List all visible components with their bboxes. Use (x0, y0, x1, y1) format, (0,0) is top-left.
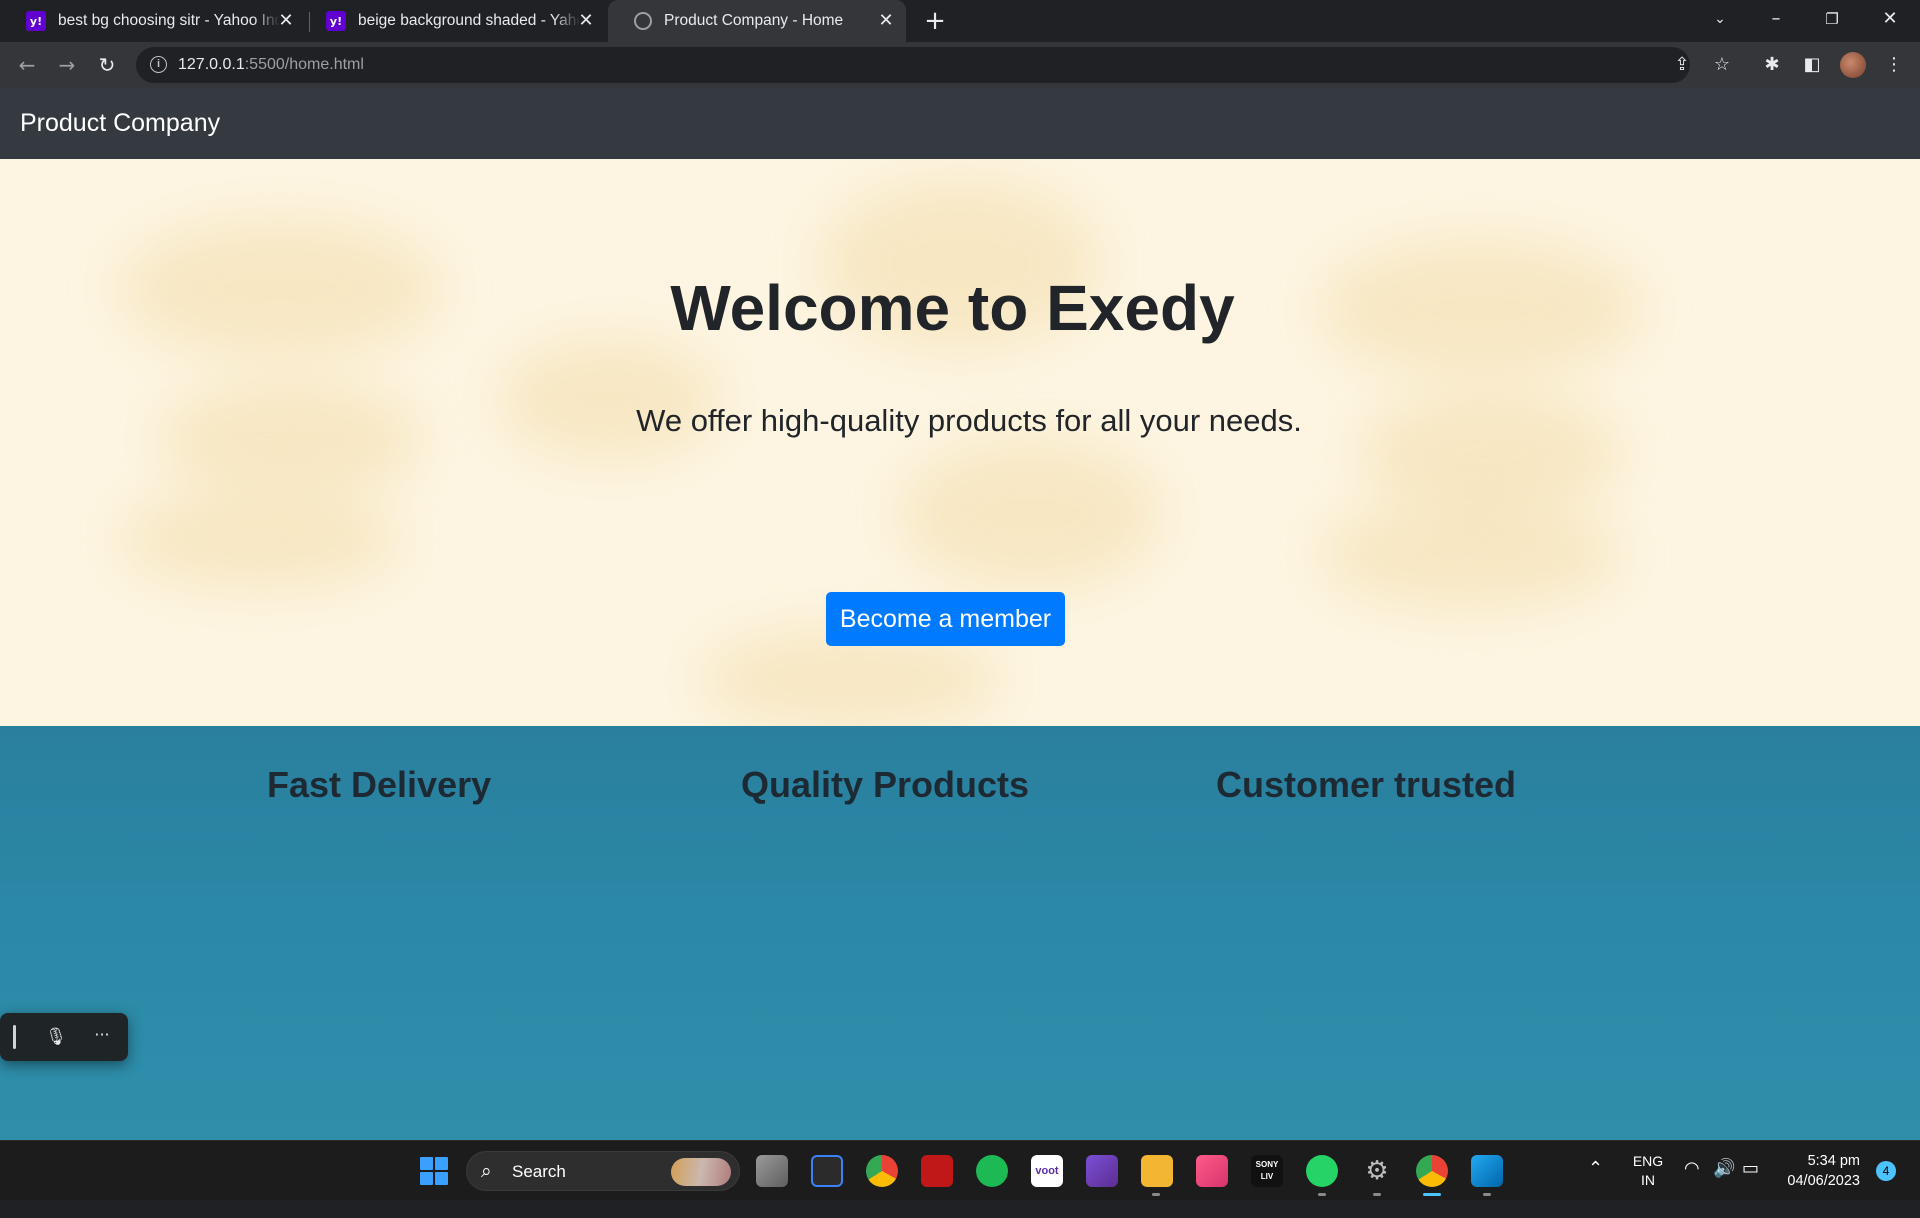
clipchamp-icon[interactable] (1196, 1155, 1228, 1187)
new-tab-icon[interactable]: + (920, 6, 950, 36)
windows-start-icon[interactable] (420, 1157, 448, 1185)
clock-date: 04/06/2023 (1787, 1173, 1860, 1189)
tab-strip: y! best bg choosing sitr - Yahoo India S… (0, 0, 1920, 42)
tab-title: best bg choosing sitr - Yahoo India Sear… (58, 12, 280, 29)
background-texture (120, 489, 400, 589)
url-host: 127.0.0.1 (178, 56, 245, 73)
show-hidden-icons[interactable]: ⌃ (1588, 1158, 1603, 1218)
vscode-icon[interactable] (1471, 1155, 1503, 1187)
yahoo-icon: y! (326, 11, 346, 31)
back-icon[interactable]: ← (12, 50, 42, 80)
wifi-icon[interactable]: ◠ (1684, 1158, 1700, 1218)
tab-product-company[interactable]: Product Company - Home ✕ (608, 0, 906, 42)
feature-customer-trusted: Customer trusted (1216, 764, 1517, 805)
chrome-icon[interactable] (866, 1155, 898, 1187)
running-indicator (1483, 1193, 1491, 1196)
running-indicator (1373, 1193, 1381, 1196)
browser-toolbar: ← → ↻ i 127.0.0.1:5500/home.html ⇪ ☆ ✱ ◧… (0, 42, 1920, 88)
drag-handle[interactable] (13, 1025, 16, 1049)
search-label: Search (512, 1162, 566, 1181)
language-indicator[interactable]: ENG IN (1630, 1152, 1666, 1212)
search-icon: ⌕ (481, 1160, 492, 1182)
taskbar-search[interactable]: ⌕ Search (466, 1151, 740, 1191)
profile-avatar[interactable] (1840, 52, 1866, 78)
sonyliv-icon[interactable]: SONY LIV (1251, 1155, 1283, 1187)
microphone-icon[interactable]: 🎙 (44, 1025, 68, 1049)
background-texture (500, 339, 720, 459)
file-explorer-icon[interactable] (1141, 1155, 1173, 1187)
running-indicator (1152, 1193, 1160, 1196)
site-navbar: Product Company (0, 88, 1920, 159)
feature-fast-delivery: Fast Delivery (267, 764, 492, 805)
features-section: Fast Delivery Quality Products Customer … (0, 726, 1920, 1140)
hero-section: Welcome to Exedy We offer high-quality p… (0, 159, 1920, 726)
web-page: Product Company Welcome to Exedy We offe… (0, 88, 1920, 1140)
background-texture (160, 379, 420, 499)
close-tab-icon[interactable]: ✕ (576, 11, 596, 31)
battery-icon[interactable]: ▭ (1742, 1158, 1759, 1218)
menu-icon[interactable]: ⋮ (1882, 53, 1906, 77)
running-indicator (1318, 1193, 1326, 1196)
forward-icon[interactable]: → (52, 50, 82, 80)
notification-badge[interactable]: 4 (1876, 1161, 1896, 1181)
reload-icon[interactable]: ↻ (92, 50, 122, 80)
whatsapp-icon[interactable] (1306, 1155, 1338, 1187)
url-text[interactable]: 127.0.0.1:5500/home.html (178, 56, 364, 74)
close-tab-icon[interactable]: ✕ (876, 11, 896, 31)
url-path: :5500/home.html (244, 56, 364, 73)
address-bar[interactable]: i 127.0.0.1:5500/home.html (136, 47, 1690, 83)
feature-quality-products: Quality Products (741, 764, 1030, 805)
clock-time: 5:34 pm (1807, 1153, 1860, 1169)
mcafee-icon[interactable] (921, 1155, 953, 1187)
tab-yahoo-2[interactable]: y! beige background shaded - Yahoo India… (300, 0, 606, 42)
tab-title: Product Company - Home (664, 12, 844, 29)
extensions-icon[interactable]: ✱ (1760, 53, 1784, 77)
yahoo-icon: y! (26, 11, 46, 31)
become-member-button[interactable]: Become a member (826, 592, 1065, 646)
tab-yahoo-1[interactable]: y! best bg choosing sitr - Yahoo India S… (0, 0, 306, 42)
search-highlight-image (671, 1158, 731, 1186)
tab-search-icon[interactable]: ⌄ (1692, 0, 1748, 42)
minimize-icon[interactable]: – (1748, 0, 1804, 42)
background-texture (1320, 499, 1620, 609)
chrome-profile-icon[interactable] (1416, 1155, 1448, 1187)
hero-heading: Welcome to Exedy (670, 272, 1235, 344)
visual-studio-icon[interactable] (1086, 1155, 1118, 1187)
voot-icon[interactable]: voot (1031, 1155, 1063, 1187)
side-panel-icon[interactable]: ◧ (1800, 53, 1824, 77)
background-texture (900, 439, 1160, 589)
share-icon[interactable]: ⇪ (1670, 53, 1694, 77)
voice-typing-widget: 🎙 ··· (0, 1013, 128, 1061)
active-indicator (1423, 1193, 1441, 1196)
tab-title: beige background shaded - Yahoo India Se… (358, 12, 580, 29)
task-view-icon[interactable] (756, 1155, 788, 1187)
site-info-icon[interactable]: i (150, 56, 167, 73)
windows-taskbar: ⌕ Search voot SONY LIV ⚙ ⌃ ENG IN ◠ 🔊 ▭ … (0, 1140, 1920, 1200)
bookmark-star-icon[interactable]: ☆ (1710, 53, 1734, 77)
microsoft-store-icon[interactable] (811, 1155, 843, 1187)
brand-link[interactable]: Product Company (20, 109, 220, 138)
hero-subtitle: We offer high-quality products for all y… (636, 403, 1302, 438)
spotify-icon[interactable] (976, 1155, 1008, 1187)
settings-icon[interactable]: ⚙ (1361, 1155, 1393, 1187)
clock[interactable]: 5:34 pm 04/06/2023 (1780, 1151, 1860, 1211)
globe-icon (634, 12, 652, 30)
region-code: IN (1641, 1172, 1655, 1188)
close-tab-icon[interactable]: ✕ (276, 11, 296, 31)
close-window-icon[interactable]: ✕ (1862, 0, 1918, 42)
language-code: ENG (1632, 1153, 1664, 1169)
volume-icon[interactable]: 🔊 (1713, 1158, 1735, 1218)
restore-icon[interactable]: ❐ (1804, 0, 1860, 42)
more-options-icon[interactable]: ··· (90, 1025, 114, 1049)
